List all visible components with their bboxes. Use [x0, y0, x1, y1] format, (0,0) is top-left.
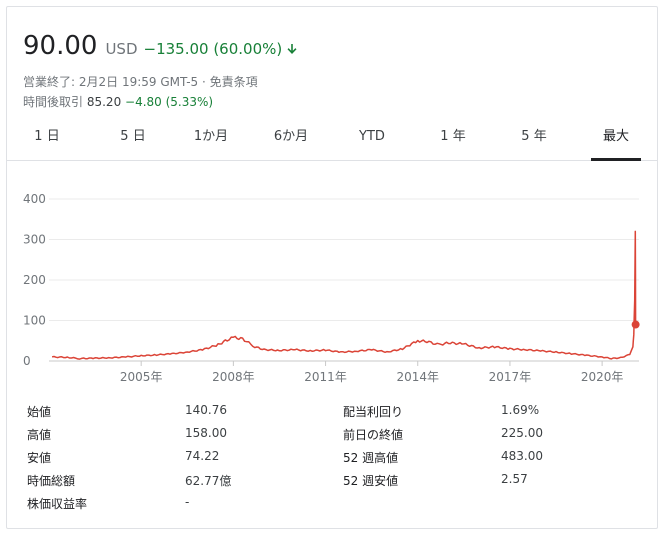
range-tabs: 1 日 5 日 1か月 6か月 YTD 1 年 5 年 最大 — [7, 119, 657, 161]
stat-value-low: 74.22 — [185, 449, 220, 463]
stat-label-52w-low: 52 週安値 — [343, 474, 399, 488]
x-tick-label: 2017年 — [489, 370, 532, 384]
x-tick-label: 2014年 — [396, 370, 439, 384]
stat-label-52w-high: 52 週高値 — [343, 451, 399, 465]
stat-label-dividend-yield: 配当利回り — [343, 405, 404, 419]
after-hours-change: −4.80 (5.33%) — [125, 95, 214, 109]
tab-5d[interactable]: 5 日 — [111, 119, 155, 160]
price-line — [51, 230, 637, 360]
x-tick-label: 2020年 — [581, 370, 624, 384]
after-hours-line: 時間後取引 85.20 −4.80 (5.33%) — [23, 93, 213, 110]
stat-label-pe-ratio: 株価収益率 — [27, 497, 88, 511]
y-tick-label: 300 — [23, 233, 46, 247]
tab-max[interactable]: 最大 — [591, 119, 641, 161]
stat-value-dividend-yield: 1.69% — [501, 403, 540, 417]
stat-label-market-cap: 時価総額 — [27, 474, 76, 488]
stock-quote-card: 90.00 USD −135.00 (60.00%) 営業終了: 2月2日 19… — [6, 6, 658, 529]
y-tick-label: 400 — [23, 192, 46, 206]
tab-1y[interactable]: 1 年 — [431, 119, 475, 160]
arrow-down-icon — [287, 44, 297, 54]
y-tick-label: 100 — [23, 314, 46, 328]
y-tick-label: 200 — [23, 273, 46, 287]
stat-label-high: 高値 — [27, 428, 52, 442]
tab-1d[interactable]: 1 日 — [25, 119, 69, 160]
y-tick-label: 0 — [23, 354, 31, 368]
stat-value-market-cap: 62.77億 — [185, 474, 232, 488]
stat-value-pe-ratio: - — [185, 495, 190, 509]
after-hours-label: 時間後取引 — [23, 95, 84, 109]
tab-5y[interactable]: 5 年 — [512, 119, 556, 160]
x-tick-label: 2005年 — [120, 370, 163, 384]
tab-6m[interactable]: 6か月 — [265, 119, 317, 160]
tab-1m[interactable]: 1か月 — [185, 119, 237, 160]
stat-label-open: 始値 — [27, 405, 52, 419]
after-hours-price: 85.20 — [86, 95, 122, 109]
stat-value-open: 140.76 — [185, 403, 227, 417]
x-tick-label: 2011年 — [304, 370, 347, 384]
currency: USD — [105, 40, 138, 58]
stat-value-prev-close: 225.00 — [501, 426, 543, 440]
current-price-marker — [631, 320, 640, 329]
price-row: 90.00 USD −135.00 (60.00%) — [23, 31, 298, 61]
stat-label-low: 安値 — [27, 451, 52, 465]
market-status: 営業終了: 2月2日 19:59 GMT-5 · 免責条項 — [23, 75, 258, 89]
current-price: 90.00 — [23, 31, 98, 61]
stat-value-52w-high: 483.00 — [501, 449, 543, 463]
stat-value-52w-low: 2.57 — [501, 472, 528, 486]
price-chart[interactable]: 0 100 200 300 400 2005年 2008年 2011年 2014年 2017年 20… — [7, 161, 657, 391]
price-change: −135.00 (60.00%) — [143, 40, 283, 58]
x-tick-label: 2008年 — [212, 370, 255, 384]
stat-label-prev-close: 前日の終値 — [343, 428, 404, 442]
stat-value-high: 158.00 — [185, 426, 227, 440]
tab-ytd[interactable]: YTD — [350, 119, 394, 160]
